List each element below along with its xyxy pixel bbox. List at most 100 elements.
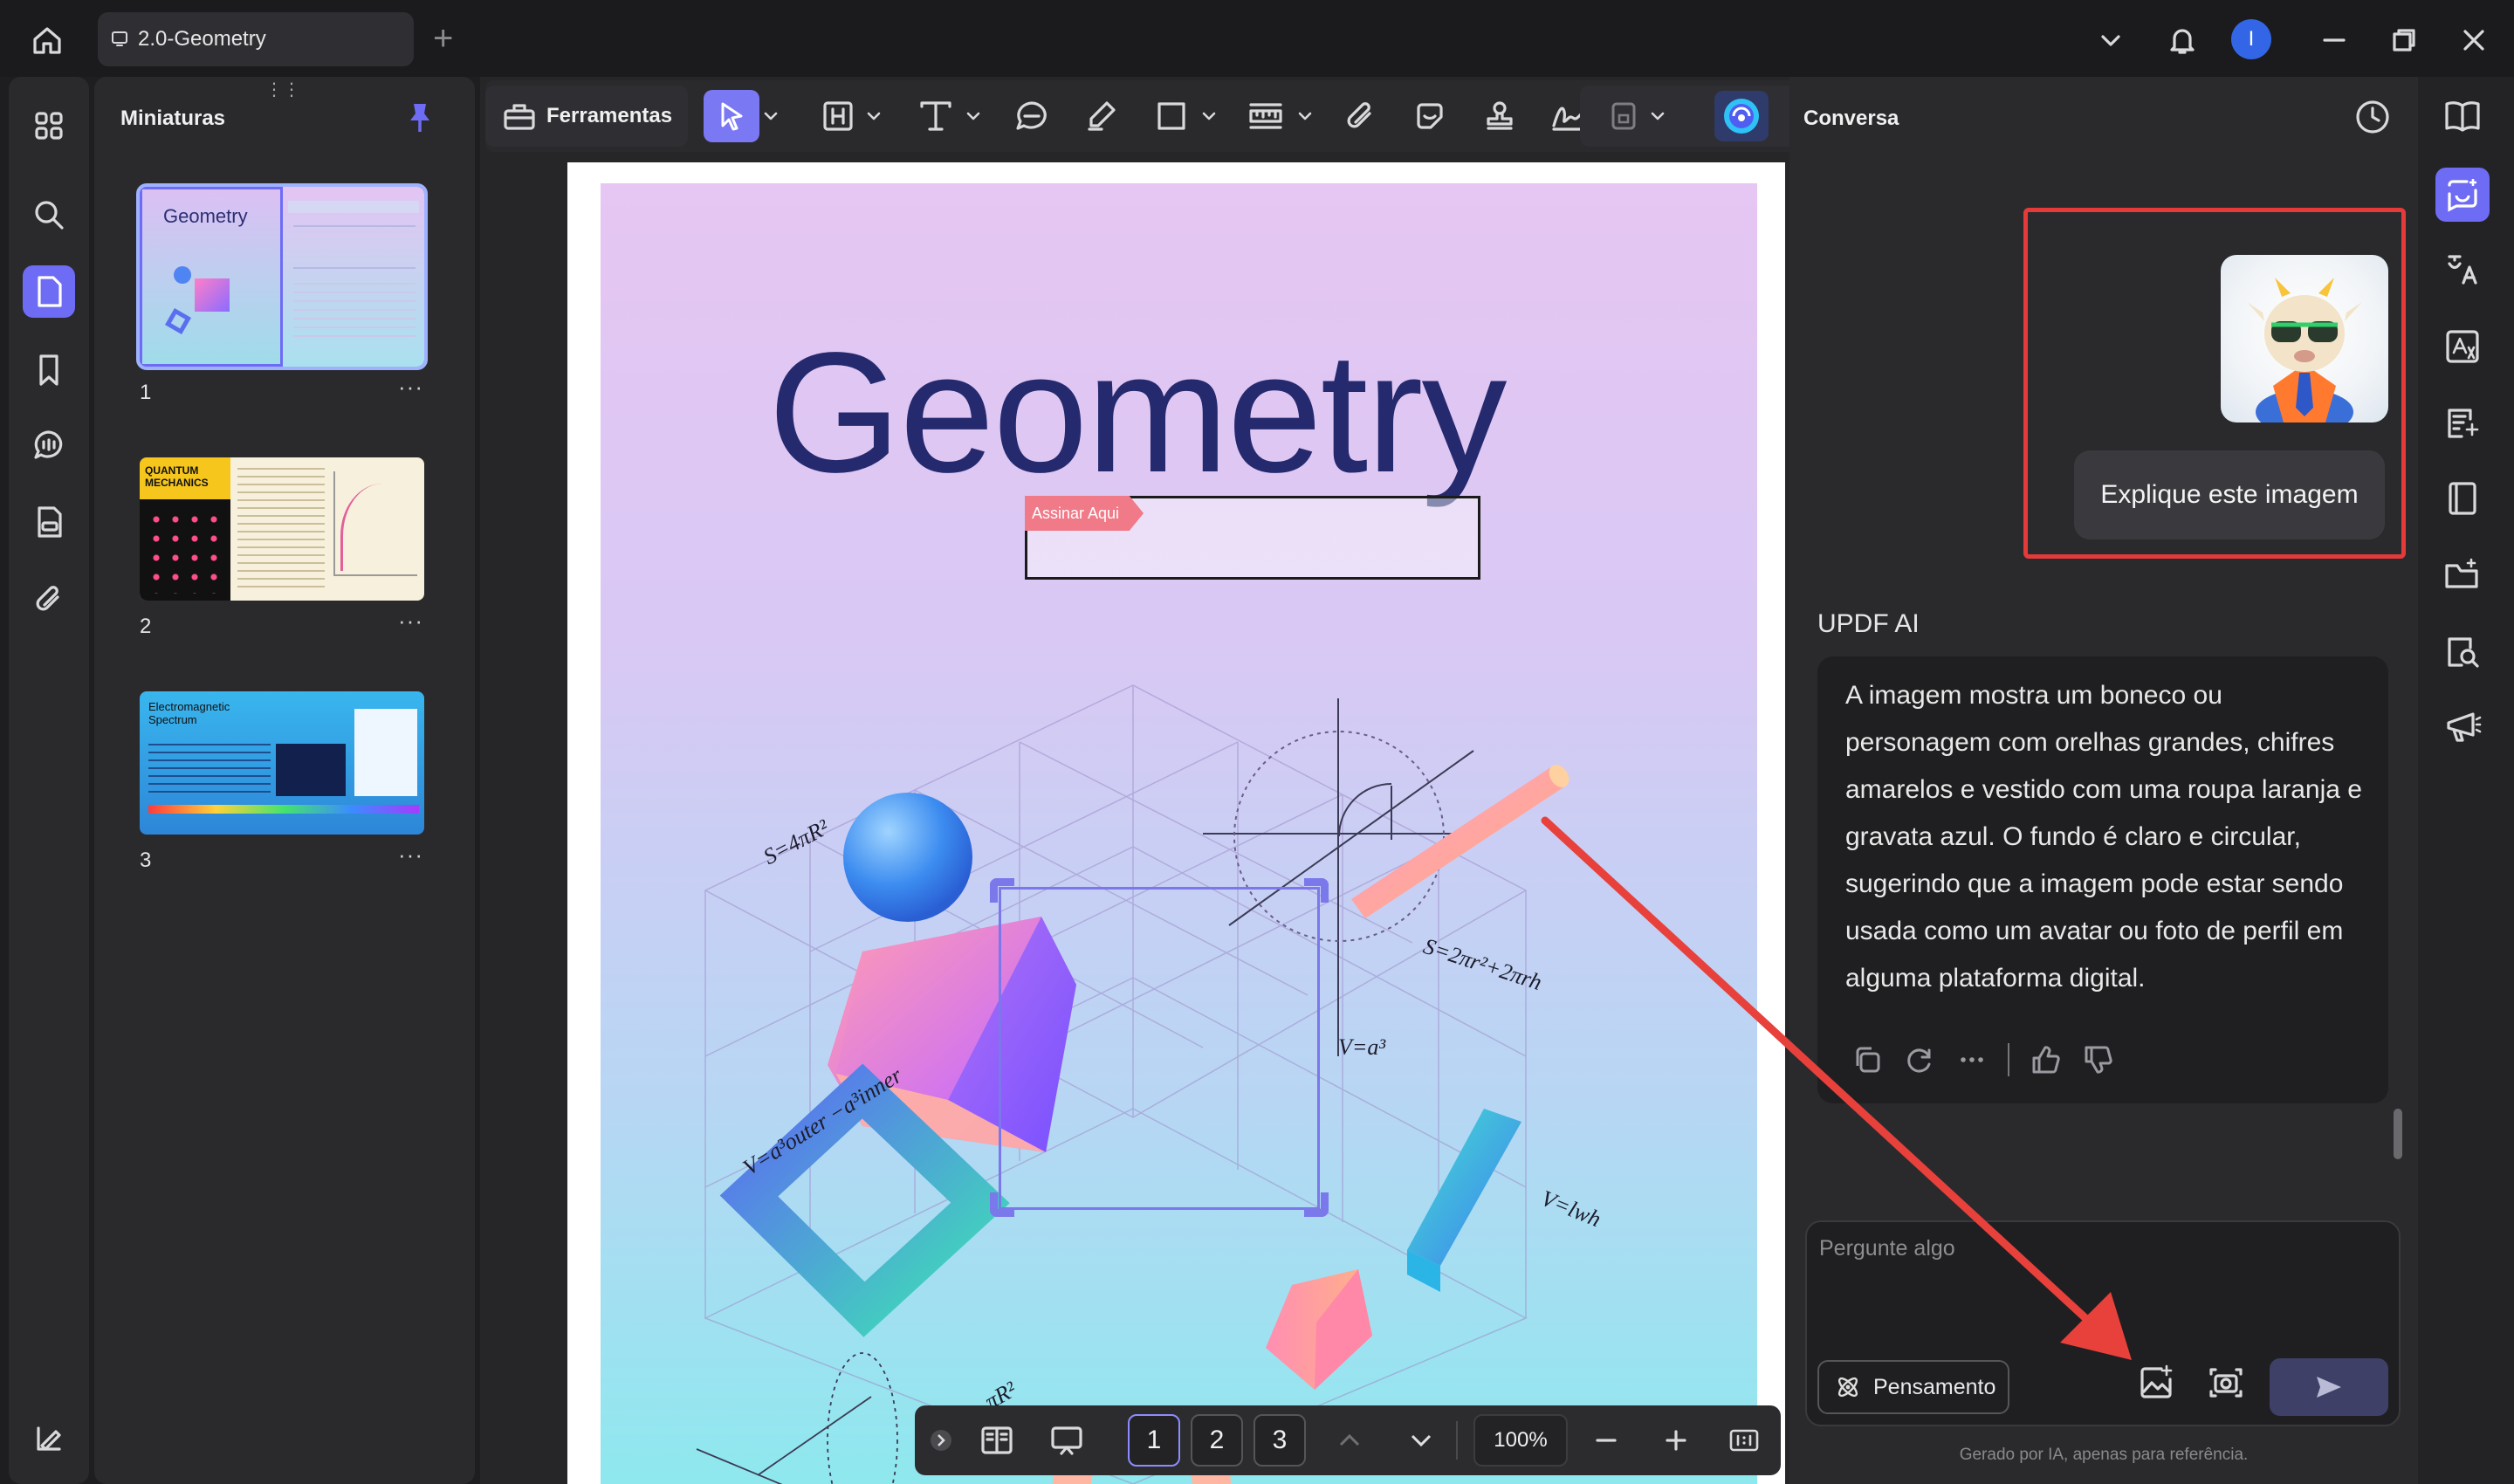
reader-book-icon[interactable] [2435, 89, 2490, 143]
reading-mode-icon[interactable] [971, 1414, 1023, 1467]
chevron-down-icon[interactable] [1201, 90, 1217, 142]
rectangle-tool-icon[interactable] [1145, 90, 1198, 142]
thumbnail-more-button[interactable]: ··· [398, 608, 423, 635]
document-book-icon[interactable] [2435, 471, 2490, 526]
highlighter-tool-icon[interactable] [1075, 90, 1128, 142]
search-icon[interactable] [23, 189, 75, 241]
form-fields-icon[interactable] [23, 496, 75, 548]
screenshot-camera-icon[interactable] [2207, 1364, 2245, 1402]
page-navigation-bar: 1 2 3 100% [915, 1405, 1781, 1475]
notification-bell-icon[interactable] [2158, 16, 2207, 65]
presentation-icon[interactable] [1041, 1414, 1093, 1467]
divider [2008, 1043, 2009, 1076]
sign-here-tag: Assinar Aqui [1025, 496, 1144, 531]
document-tab[interactable]: 2.0-Geometry [98, 12, 414, 66]
edit-toolbar: Ferramentas [485, 80, 1824, 152]
stamp-tool-icon[interactable] [1473, 90, 1526, 142]
regenerate-icon[interactable] [1903, 1043, 1936, 1076]
minimize-icon[interactable] [2310, 16, 2359, 65]
thumbnail-page-number: 3 [140, 848, 152, 872]
formula-cube: V=a³ [1338, 1034, 1386, 1060]
ocr-text-icon[interactable] [2435, 319, 2490, 374]
zoom-in-icon[interactable] [1652, 1414, 1700, 1467]
chat-input-placeholder[interactable]: Pergunte algo [1819, 1236, 1955, 1261]
thumbnails-panel: ⋮⋮ Miniaturas Geometry 1 ··· QUANTUM MEC… [94, 77, 475, 1484]
thumbs-down-icon[interactable] [2081, 1043, 2114, 1076]
thumbnail-more-button[interactable]: ··· [398, 842, 423, 869]
resize-handle[interactable] [990, 1192, 1014, 1217]
copy-icon[interactable] [1851, 1043, 1884, 1076]
ai-assistant-button[interactable] [1714, 91, 1769, 141]
select-tool-button[interactable] [704, 90, 759, 142]
translate-icon[interactable] [2435, 243, 2490, 297]
page-button-3[interactable]: 3 [1254, 1414, 1306, 1467]
ai-message-actions [1851, 1034, 2114, 1086]
search-document-icon[interactable] [2435, 625, 2490, 679]
chevron-down-icon[interactable] [1650, 90, 1666, 142]
pin-icon[interactable] [407, 101, 433, 134]
home-icon[interactable] [24, 17, 70, 63]
page-button-1[interactable]: 1 [1128, 1414, 1180, 1467]
chat-title: Conversa [1803, 106, 1899, 130]
tools-button[interactable]: Ferramentas [485, 86, 688, 147]
save-disk-icon[interactable] [1597, 90, 1650, 142]
chevron-down-icon[interactable] [2086, 16, 2135, 65]
resize-handle[interactable] [1304, 1192, 1329, 1217]
chevron-down-icon[interactable] [1397, 1414, 1446, 1467]
toolbox-icon [503, 100, 536, 132]
presentation-speaker-icon[interactable] [2435, 700, 2490, 754]
text-tool-icon[interactable] [910, 90, 962, 142]
thumbnail-more-button[interactable]: ··· [398, 374, 423, 401]
selection-frame[interactable] [999, 887, 1320, 1210]
comment-tool-icon[interactable] [1006, 90, 1058, 142]
chevron-down-icon[interactable] [763, 90, 779, 142]
thumbs-up-icon[interactable] [2029, 1043, 2062, 1076]
attach-file-icon[interactable] [1334, 90, 1386, 142]
attachment-icon[interactable] [23, 573, 75, 625]
panel-title: Miniaturas [120, 106, 226, 130]
thumbnail-page-1[interactable]: Geometry [136, 183, 428, 370]
thumbnail-page-number: 1 [140, 381, 152, 404]
restore-icon[interactable] [2380, 16, 2428, 65]
chevron-down-icon[interactable] [866, 90, 882, 142]
thumbnail-page-2[interactable]: QUANTUM MECHANICS [140, 457, 424, 601]
chat-scrollbar[interactable] [2394, 1109, 2402, 1159]
zoom-out-icon[interactable] [1582, 1414, 1631, 1467]
actual-size-icon[interactable] [1720, 1414, 1769, 1467]
sticker-tool-icon[interactable] [1404, 90, 1456, 142]
resize-handle[interactable] [990, 878, 1014, 903]
document-title[interactable]: Geometry [768, 314, 1507, 511]
thumbnail-page-3[interactable]: Electromagnetic Spectrum [140, 691, 424, 835]
page-button-2[interactable]: 2 [1191, 1414, 1243, 1467]
ai-folder-icon[interactable] [2435, 548, 2490, 602]
comments-icon[interactable] [23, 419, 75, 471]
chevron-up-icon[interactable] [1325, 1414, 1374, 1467]
apps-grid-icon[interactable] [23, 100, 75, 152]
close-icon[interactable] [2449, 16, 2498, 65]
expand-arrow-icon[interactable] [924, 1414, 958, 1467]
panel-drag-handle[interactable]: ⋮⋮ [265, 79, 300, 100]
ai-chat-bot-icon[interactable] [2435, 168, 2490, 222]
ai-message-text: A imagem mostra um boneco ou personagem … [1845, 681, 2362, 993]
history-icon[interactable] [2353, 98, 2392, 136]
user-avatar[interactable]: I [2231, 19, 2271, 59]
image-upload-icon[interactable] [2137, 1364, 2175, 1402]
thumbnails-page-icon[interactable] [23, 265, 75, 318]
measure-tool-icon[interactable] [1240, 90, 1292, 142]
bookmark-icon[interactable] [23, 344, 75, 396]
header-tool-icon[interactable] [812, 90, 864, 142]
more-options-icon[interactable] [1955, 1043, 1989, 1076]
send-icon [2313, 1373, 2345, 1401]
chevron-down-icon[interactable] [965, 90, 981, 142]
layout-settings-icon[interactable] [23, 1412, 75, 1465]
zoom-level-field[interactable]: 100% [1473, 1414, 1568, 1467]
new-tab-button[interactable]: + [433, 19, 453, 58]
thumbnail-caption: QUANTUM MECHANICS [145, 464, 209, 489]
send-button[interactable] [2270, 1358, 2388, 1416]
chevron-down-icon[interactable] [1297, 90, 1313, 142]
summarize-icon[interactable] [2435, 396, 2490, 450]
thinking-label: Pensamento [1873, 1374, 1996, 1399]
resize-handle[interactable] [1304, 878, 1329, 903]
thinking-toggle-button[interactable]: Pensamento [1817, 1360, 2009, 1414]
app-window: 2.0-Geometry + I ⋮⋮ Miniaturas Geometry … [0, 0, 2514, 1484]
